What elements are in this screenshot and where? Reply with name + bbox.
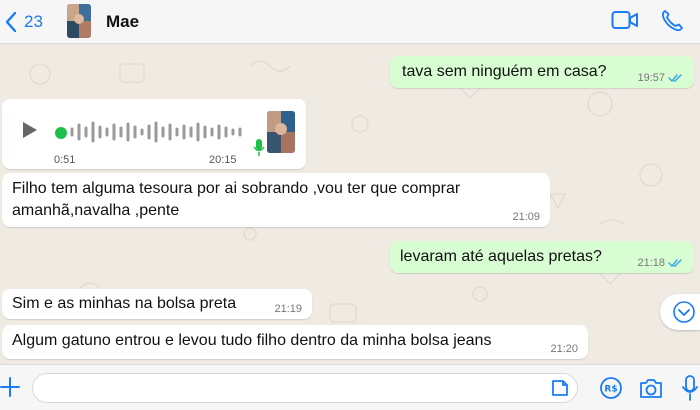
play-icon[interactable] [22, 121, 38, 139]
unread-count: 23 [24, 12, 43, 31]
message-composer: R$ [0, 364, 700, 410]
audio-waveform[interactable] [68, 119, 244, 145]
message-time: 21:09 [512, 211, 540, 223]
back-button[interactable]: 23 [4, 10, 43, 34]
voice-message[interactable]: 0:51 20:15 [2, 99, 306, 169]
contact-name[interactable]: Mae [106, 12, 139, 32]
double-check-icon [668, 259, 682, 268]
message-incoming[interactable]: Filho tem alguma tesoura por ai sobrando… [2, 173, 550, 227]
scroll-down-button[interactable] [660, 294, 700, 330]
chevron-down-icon [673, 301, 695, 323]
camera-icon[interactable] [638, 376, 664, 400]
message-input[interactable] [32, 373, 578, 403]
message-outgoing[interactable]: levaram até aquelas pretas? 21:18 [390, 241, 694, 273]
video-call-icon[interactable] [611, 9, 639, 31]
message-text-line: amanhã,navalha ,pente [12, 202, 180, 219]
message-time: 21:18 [637, 257, 665, 269]
message-time: 20:15 [209, 154, 237, 166]
svg-text:R$: R$ [604, 385, 617, 395]
chat-header: 23 Mae [0, 0, 700, 44]
message-time: 21:19 [274, 303, 302, 315]
playback-position[interactable] [55, 127, 67, 139]
message-time: 19:57 [637, 72, 665, 84]
message-outgoing[interactable]: tava sem ninguém em casa? 19:57 [390, 56, 694, 88]
mic-icon [253, 139, 265, 156]
message-text: Sim e as minhas na bolsa preta [12, 295, 237, 312]
sender-avatar [267, 111, 295, 153]
sticker-icon[interactable] [550, 378, 570, 398]
mic-icon[interactable] [681, 374, 699, 402]
plus-icon[interactable] [0, 377, 20, 397]
avatar[interactable] [67, 4, 91, 38]
message-incoming[interactable]: Algum gatuno entrou e levou tudo filho d… [2, 325, 588, 359]
payment-icon[interactable]: R$ [599, 376, 623, 400]
message-text-line: Filho tem alguma tesoura por ai sobrando… [12, 180, 461, 197]
message-incoming[interactable]: Sim e as minhas na bolsa preta 21:19 [2, 289, 312, 319]
chat-area[interactable]: tava sem ninguém em casa? 19:57 0:51 20:… [0, 44, 700, 364]
phone-icon[interactable] [660, 9, 684, 33]
chevron-left-icon [5, 11, 17, 33]
message-text: tava sem ninguém em casa? [402, 63, 607, 80]
message-text: levaram até aquelas pretas? [400, 248, 602, 265]
double-check-icon [668, 74, 682, 83]
message-text: Algum gatuno entrou e levou tudo filho d… [12, 332, 492, 349]
message-time: 21:20 [550, 343, 578, 355]
voice-duration: 0:51 [54, 154, 76, 166]
